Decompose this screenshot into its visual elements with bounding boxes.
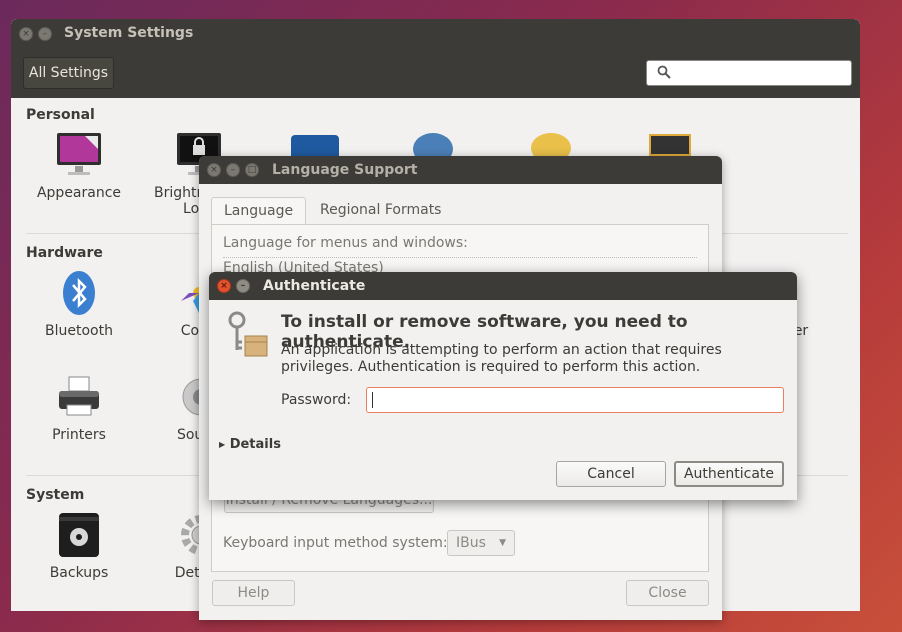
keyboard-input-value: IBus (456, 535, 486, 551)
bluetooth-label: Bluetooth (45, 323, 113, 339)
tab-regional-formats[interactable]: Regional Formats (308, 197, 453, 225)
appearance-icon (55, 131, 103, 179)
expander-arrow-icon: ▶ (219, 440, 226, 449)
auth-title: Authenticate (263, 278, 366, 294)
minimize-icon[interactable]: – (236, 279, 250, 293)
text-caret (372, 392, 373, 408)
minimize-icon[interactable]: – (226, 163, 240, 177)
appearance-label: Appearance (36, 185, 122, 201)
maximize-icon[interactable]: □ (245, 163, 259, 177)
section-personal: Personal (26, 107, 95, 123)
details-expander[interactable]: ▶ Details (219, 437, 281, 452)
backups-item[interactable]: Backups (29, 511, 129, 581)
bluetooth-item[interactable]: Bluetooth (29, 269, 129, 339)
printers-item[interactable]: Printers (29, 373, 129, 443)
language-titlebar: × – □ Language Support (199, 156, 722, 184)
keyboard-input-label: Keyboard input method system: (223, 535, 448, 551)
password-label: Password: (281, 392, 352, 408)
cancel-button[interactable]: Cancel (556, 461, 666, 487)
section-hardware: Hardware (26, 245, 103, 261)
appearance-item[interactable]: Appearance (29, 131, 129, 201)
backups-icon (55, 511, 103, 559)
auth-titlebar: × – Authenticate (209, 272, 797, 300)
chevron-down-icon: ▼ (499, 538, 506, 548)
minimize-icon[interactable]: – (38, 27, 52, 41)
language-title: Language Support (272, 162, 418, 178)
auth-message: An application is attempting to perform … (281, 342, 722, 375)
tab-language[interactable]: Language (211, 197, 307, 225)
keys-package-icon (228, 311, 268, 357)
displays-icon (649, 134, 691, 156)
printer-icon (55, 373, 103, 421)
backups-label: Backups (49, 565, 109, 581)
close-icon[interactable]: × (19, 27, 33, 41)
authenticate-button[interactable]: Authenticate (674, 461, 784, 487)
close-icon[interactable]: × (217, 279, 231, 293)
search-icon (657, 65, 671, 79)
keyboard-input-select[interactable]: IBus ▼ (447, 530, 515, 556)
close-icon[interactable]: × (207, 163, 221, 177)
search-input[interactable] (646, 60, 852, 86)
section-system: System (26, 487, 85, 503)
settings-titlebar: × – System Settings All Settings (11, 19, 860, 98)
bluetooth-icon (55, 269, 103, 317)
help-button[interactable]: Help (212, 580, 295, 606)
authenticate-dialog: × – Authenticate To install or remove so… (209, 272, 797, 500)
details-label: Details (229, 437, 281, 452)
close-button[interactable]: Close (626, 580, 709, 606)
settings-title: System Settings (64, 25, 194, 41)
password-field[interactable] (366, 387, 784, 413)
menus-windows-label: Language for menus and windows: (223, 235, 468, 251)
printers-label: Printers (52, 427, 106, 443)
all-settings-button[interactable]: All Settings (23, 57, 114, 89)
